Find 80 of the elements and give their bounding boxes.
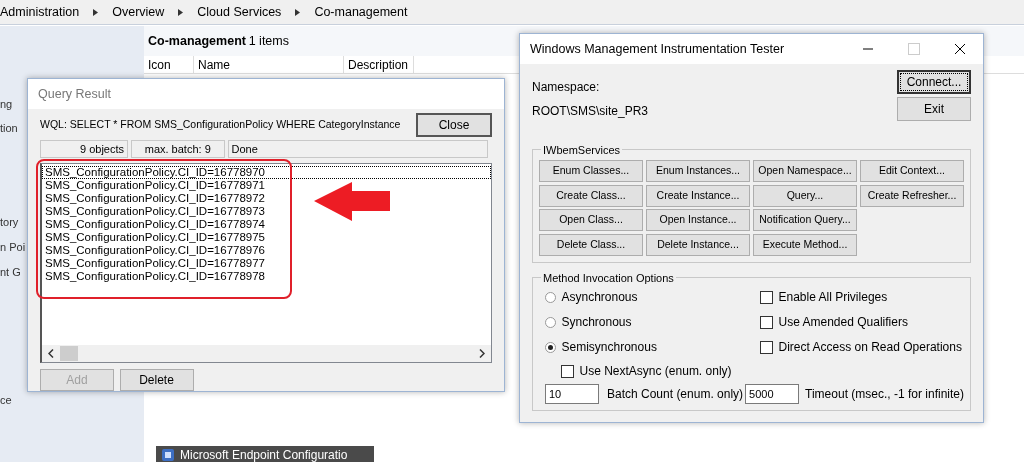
service-button[interactable]: Create Class... [539, 184, 643, 207]
result-row[interactable]: SMS_ConfigurationPolicy.CI_ID=16778978 [42, 270, 491, 284]
navigation-item[interactable]: ce [0, 392, 12, 409]
result-row[interactable]: SMS_ConfigurationPolicy.CI_ID=16778975 [42, 231, 491, 245]
service-button[interactable]: Create Instance... [646, 184, 750, 207]
checkbox[interactable] [760, 315, 773, 329]
delete-button[interactable]: Delete [119, 368, 194, 391]
breadcrumb-arrow-icon [93, 8, 99, 16]
column-header[interactable]: Description [344, 56, 414, 73]
result-row[interactable]: SMS_ConfigurationPolicy.CI_ID=16778970 [42, 166, 491, 180]
scroll-left-icon [48, 349, 54, 359]
radio-button[interactable] [545, 316, 556, 328]
result-row[interactable]: SMS_ConfigurationPolicy.CI_ID=16778971 [42, 179, 491, 193]
result-row[interactable]: SMS_ConfigurationPolicy.CI_ID=16778972 [42, 192, 491, 206]
service-button[interactable]: Enum Instances... [646, 159, 750, 182]
timeout-field[interactable]: 5000 [745, 384, 800, 404]
namespace-label: Namespace: [532, 79, 601, 96]
navigation-item[interactable]: ng [0, 96, 13, 113]
checkbox[interactable] [561, 364, 574, 378]
column-header[interactable]: Name [194, 56, 344, 73]
radio-label[interactable]: Semisynchronous [561, 338, 657, 356]
service-button[interactable]: Query... [753, 184, 857, 207]
exit-button[interactable]: Exit [897, 96, 971, 121]
column-header[interactable]: Icon [144, 56, 194, 73]
service-button[interactable]: Create Refresher... [860, 184, 964, 207]
radio-label[interactable]: Asynchronous [561, 288, 638, 306]
close-icon [954, 43, 966, 55]
status-field: max. batch: 9 [130, 139, 225, 158]
result-row[interactable]: SMS_ConfigurationPolicy.CI_ID=16778974 [42, 218, 491, 232]
result-row[interactable]: SMS_ConfigurationPolicy.CI_ID=16778973 [42, 205, 491, 219]
navigation-item[interactable]: n Poi [0, 239, 26, 256]
horizontal-scrollbar[interactable] [42, 345, 491, 363]
scroll-right-icon [479, 349, 485, 359]
checkbox[interactable] [760, 340, 773, 354]
service-button[interactable]: Edit Context... [860, 159, 964, 182]
list-title: Co-management [148, 32, 246, 50]
batch-count-field[interactable]: 10 [545, 384, 599, 404]
navigation-item[interactable]: nt G [0, 264, 21, 281]
checkbox-label[interactable]: Direct Access on Read Operations [778, 338, 962, 356]
result-row[interactable]: SMS_ConfigurationPolicy.CI_ID=16778976 [42, 244, 491, 258]
breadcrumb-item[interactable]: Administration [0, 2, 80, 22]
navigation-item[interactable]: tory [0, 214, 19, 231]
window-title: Windows Management Instrumentation Tester [530, 40, 786, 58]
close-button[interactable]: Close [416, 113, 492, 137]
service-button[interactable]: Open Class... [539, 209, 643, 232]
scrollbar-thumb[interactable] [60, 346, 78, 362]
navigation-item[interactable]: tion [0, 120, 18, 137]
maximize-icon [908, 43, 920, 55]
service-button[interactable]: Delete Class... [539, 234, 643, 256]
radio-button[interactable] [545, 291, 556, 303]
breadcrumb-item[interactable]: Overview [112, 2, 165, 22]
breadcrumb-arrow-icon [295, 8, 301, 16]
service-button[interactable]: Open Instance... [646, 209, 750, 232]
radio-label[interactable]: Synchronous [561, 313, 632, 331]
checkbox[interactable] [760, 290, 773, 304]
window-title: Query Result [38, 85, 111, 103]
radio-button[interactable] [545, 341, 556, 353]
checkbox-label[interactable]: Use NextAsync (enum. only) [579, 362, 732, 380]
field-label: Batch Count (enum. only) [607, 386, 745, 403]
item-count: 1 items [248, 32, 289, 50]
result-row[interactable]: SMS_ConfigurationPolicy.CI_ID=16778977 [42, 257, 491, 271]
service-button[interactable]: Open Namespace... [753, 159, 857, 182]
status-field: 9 objects [40, 139, 128, 158]
checkbox-label[interactable]: Enable All Privileges [778, 288, 888, 306]
connect-button[interactable]: Connect... [897, 70, 971, 94]
breadcrumb-arrow-icon [178, 8, 184, 16]
arrow-icon [314, 182, 390, 222]
service-button[interactable]: Notification Query... [753, 209, 857, 232]
checkbox-label[interactable]: Use Amended Qualifiers [778, 313, 908, 331]
status-field: Done [227, 139, 488, 158]
window-caption: Microsoft Endpoint Configuratio [180, 447, 348, 462]
field-label: Timeout (msec., -1 for infinite) [805, 386, 964, 403]
breadcrumb-item[interactable]: Cloud Services [197, 2, 282, 22]
service-button[interactable]: Execute Method... [753, 234, 857, 256]
namespace-value: ROOT\SMS\site_PR3 [532, 102, 649, 120]
query-text: WQL: SELECT * FROM SMS_ConfigurationPolicy WHERE CategoryInstance [40, 117, 401, 133]
service-button[interactable]: Delete Instance... [646, 234, 750, 256]
app-icon [162, 449, 174, 461]
breadcrumb-item[interactable]: Co-management [314, 2, 408, 22]
service-button[interactable]: Enum Classes... [539, 159, 643, 182]
